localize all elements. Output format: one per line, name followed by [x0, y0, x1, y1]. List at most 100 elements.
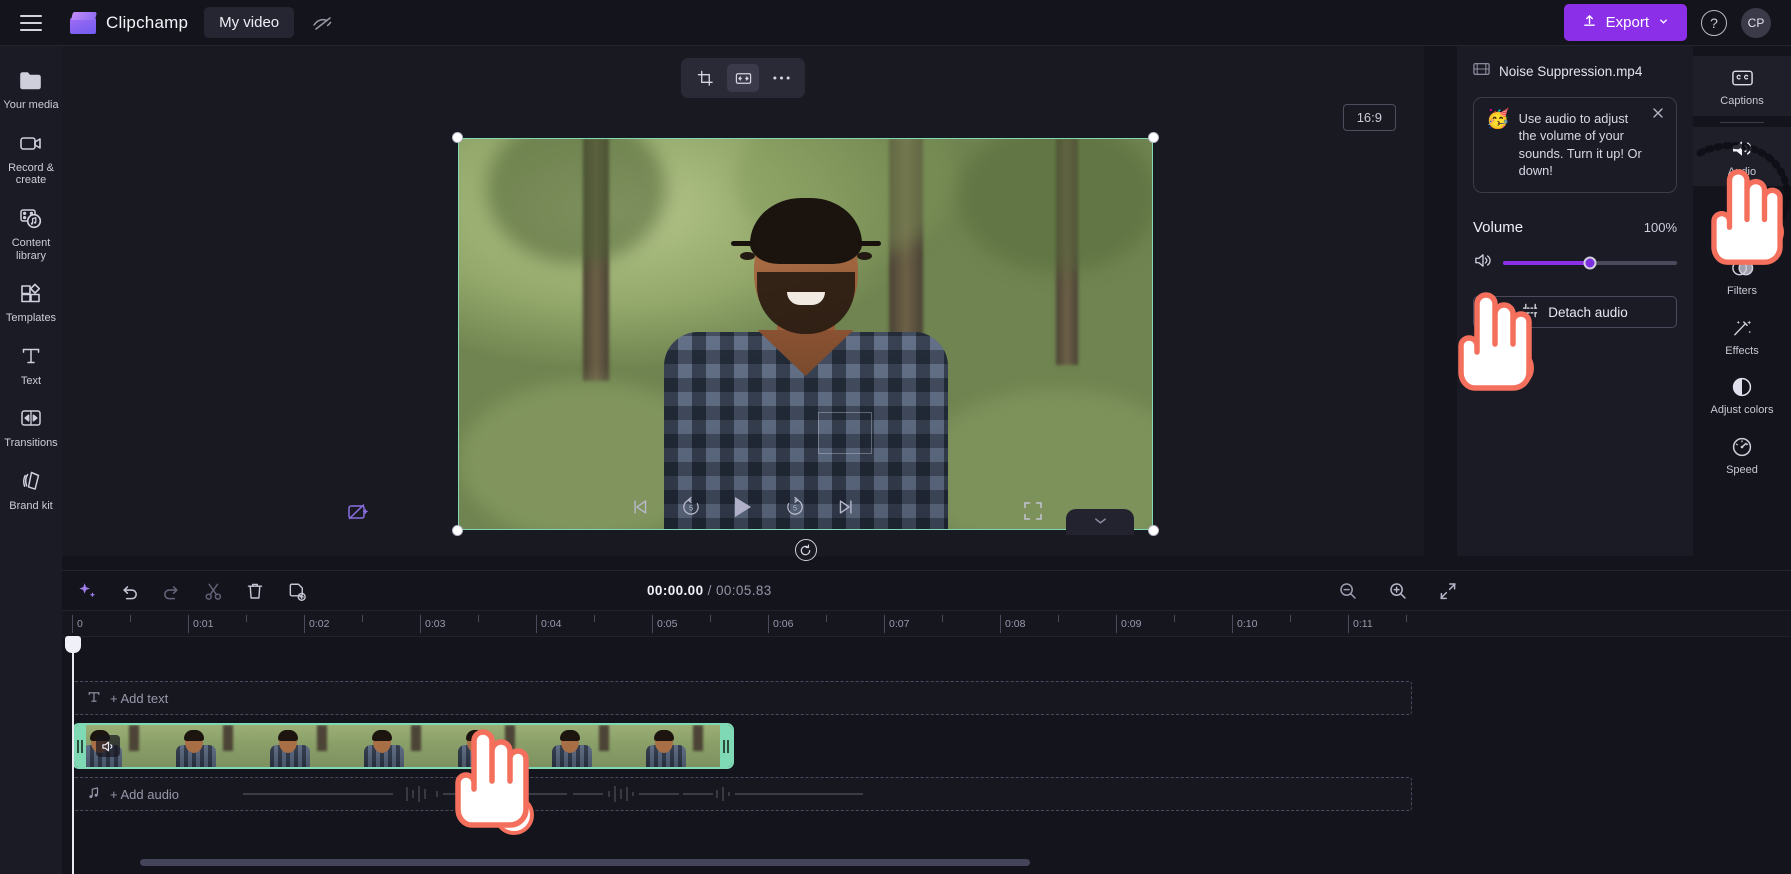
right-rail-item-speed[interactable]: Speed [1693, 425, 1791, 485]
ruler-tick-minor [130, 615, 131, 622]
detach-audio-button[interactable]: Detach audio [1473, 296, 1677, 329]
ruler-tick-label: 0:06 [773, 618, 794, 630]
templates-grid-icon [18, 280, 44, 306]
ruler-tick-minor [362, 615, 363, 622]
zoom-in-icon[interactable] [1385, 578, 1411, 604]
timeline-toolbar: 00:00.00 / 00:05.83 [62, 571, 1791, 611]
more-horizontal-icon[interactable] [765, 64, 797, 92]
folder-media-icon [18, 67, 44, 93]
fit-arrows-icon[interactable] [727, 64, 759, 92]
ruler-tick-major [304, 615, 305, 633]
right-rail-label: Adjust colors [1710, 404, 1774, 417]
sidebar-label: Brand kit [9, 500, 53, 513]
timeline-scrollbar[interactable] [140, 859, 1780, 866]
speaker-wave-icon[interactable] [1473, 252, 1492, 274]
close-x-icon[interactable] [1651, 106, 1667, 122]
timeline-ruler[interactable]: 0 0:01 0:02 0:03 0:04 0:05 0:06 0:07 0:08 0:09 0:1… [62, 611, 1791, 637]
ruler-tick-major [768, 615, 769, 633]
speaker-wave-icon [1730, 137, 1754, 161]
ruler-tick-major [1000, 615, 1001, 633]
brand-kit-icon [18, 468, 44, 494]
clip-mute-button[interactable] [96, 735, 120, 757]
right-rail-item-filters[interactable]: Filters [1693, 246, 1791, 306]
eye-off-icon[interactable] [310, 10, 336, 36]
time-display: 00:00.00 / 00:05.83 [647, 583, 772, 598]
rewind-5s-icon[interactable]: 5 [678, 494, 704, 520]
sidebar-item-content-library[interactable]: Content library [0, 196, 62, 269]
playhead-handle[interactable] [65, 636, 81, 653]
video-file-icon [1473, 62, 1490, 81]
ruler-tick-major [884, 615, 885, 633]
export-label: Export [1605, 14, 1649, 31]
detach-audio-icon [1522, 303, 1539, 321]
sparkle-icon[interactable] [74, 578, 100, 604]
left-sidebar: Your media Record & create Content libra… [0, 46, 62, 874]
filters-circles-icon [1730, 256, 1754, 280]
right-rail-item-captions[interactable]: Captions [1693, 56, 1791, 116]
forward-5s-icon[interactable]: 5 [782, 494, 808, 520]
clip-thumbnails [74, 725, 732, 767]
export-button[interactable]: Export [1563, 4, 1687, 41]
sidebar-item-templates[interactable]: Templates [0, 271, 62, 332]
fullscreen-icon[interactable] [1022, 500, 1046, 524]
add-text-track[interactable]: + Add text [72, 681, 1412, 715]
volume-slider[interactable] [1503, 256, 1677, 270]
timeline-scrollbar-thumb[interactable] [140, 859, 1030, 866]
text-t-icon [87, 690, 101, 707]
resize-handle-top-right[interactable] [1148, 132, 1159, 143]
hamburger-menu-icon[interactable] [20, 14, 42, 31]
detach-audio-label: Detach audio [1548, 304, 1628, 320]
sidebar-item-brand-kit[interactable]: Brand kit [0, 459, 62, 520]
sidebar-label: Templates [5, 312, 57, 325]
duplicate-icon[interactable] [284, 578, 310, 604]
redo-arrow-icon[interactable] [158, 578, 184, 604]
help-icon[interactable]: ? [1701, 9, 1727, 36]
sidebar-label: Record & create [8, 161, 54, 187]
ruler-tick-major [420, 615, 421, 633]
undo-arrow-icon[interactable] [116, 578, 142, 604]
scissors-icon[interactable] [200, 578, 226, 604]
clip-trim-handle-left[interactable] [74, 725, 86, 767]
avatar[interactable]: CP [1741, 7, 1771, 38]
sidebar-item-text[interactable]: Text [0, 334, 62, 395]
add-audio-label: + Add audio [110, 786, 180, 802]
sidebar-label: Transitions [4, 437, 58, 450]
video-preview[interactable] [452, 132, 1159, 561]
sidebar-item-record-create[interactable]: Record & create [0, 121, 62, 194]
ruler-tick-minor [942, 615, 943, 622]
sidebar-item-your-media[interactable]: Your media [0, 58, 62, 119]
trash-icon[interactable] [242, 578, 268, 604]
volume-row: Volume 100% [1473, 219, 1677, 236]
brand-name: Clipchamp [106, 12, 189, 32]
volume-slider-row [1473, 252, 1677, 274]
tip-text: Use audio to adjust the volume of your s… [1518, 111, 1642, 178]
skip-to-start-icon[interactable] [628, 494, 654, 520]
zoom-out-icon[interactable] [1335, 578, 1361, 604]
timeline-playhead[interactable] [65, 636, 81, 874]
ruler-tick-major [1116, 615, 1117, 633]
right-rail-item-audio[interactable]: Audio [1693, 126, 1791, 187]
right-rail-label: Speed [1726, 463, 1758, 476]
crop-icon[interactable] [689, 64, 721, 92]
play-button[interactable] [728, 492, 758, 522]
sidebar-item-transitions[interactable]: Transitions [0, 396, 62, 457]
skip-to-end-icon[interactable] [832, 494, 858, 520]
project-name-chip[interactable]: My video [204, 7, 295, 38]
aspect-ratio-chip[interactable]: 16:9 [1342, 104, 1396, 131]
add-audio-track[interactable]: + Add audio [72, 777, 1412, 811]
resize-handle-top-left[interactable] [452, 132, 463, 143]
ruler-tick-label: 0:10 [1237, 618, 1258, 630]
right-rail-item-effects[interactable]: Effects [1693, 306, 1791, 366]
timeline-video-clip[interactable] [72, 723, 734, 769]
auto-enhance-off-icon[interactable] [344, 498, 374, 528]
collapse-preview-button[interactable] [1066, 509, 1134, 535]
fit-to-timeline-icon[interactable] [1435, 578, 1461, 604]
preview-stage: 16:9 5 5 [62, 46, 1424, 561]
ruler-tick-label: 0:05 [657, 618, 678, 630]
rotate-icon[interactable] [794, 539, 817, 561]
right-rail-label: Captions [1720, 95, 1764, 107]
right-rail-item-adjust-colors[interactable]: Adjust colors [1693, 365, 1791, 425]
ruler-tick-minor [246, 615, 247, 622]
clip-trim-handle-right[interactable] [720, 725, 732, 767]
volume-slider-knob[interactable] [1583, 256, 1597, 270]
